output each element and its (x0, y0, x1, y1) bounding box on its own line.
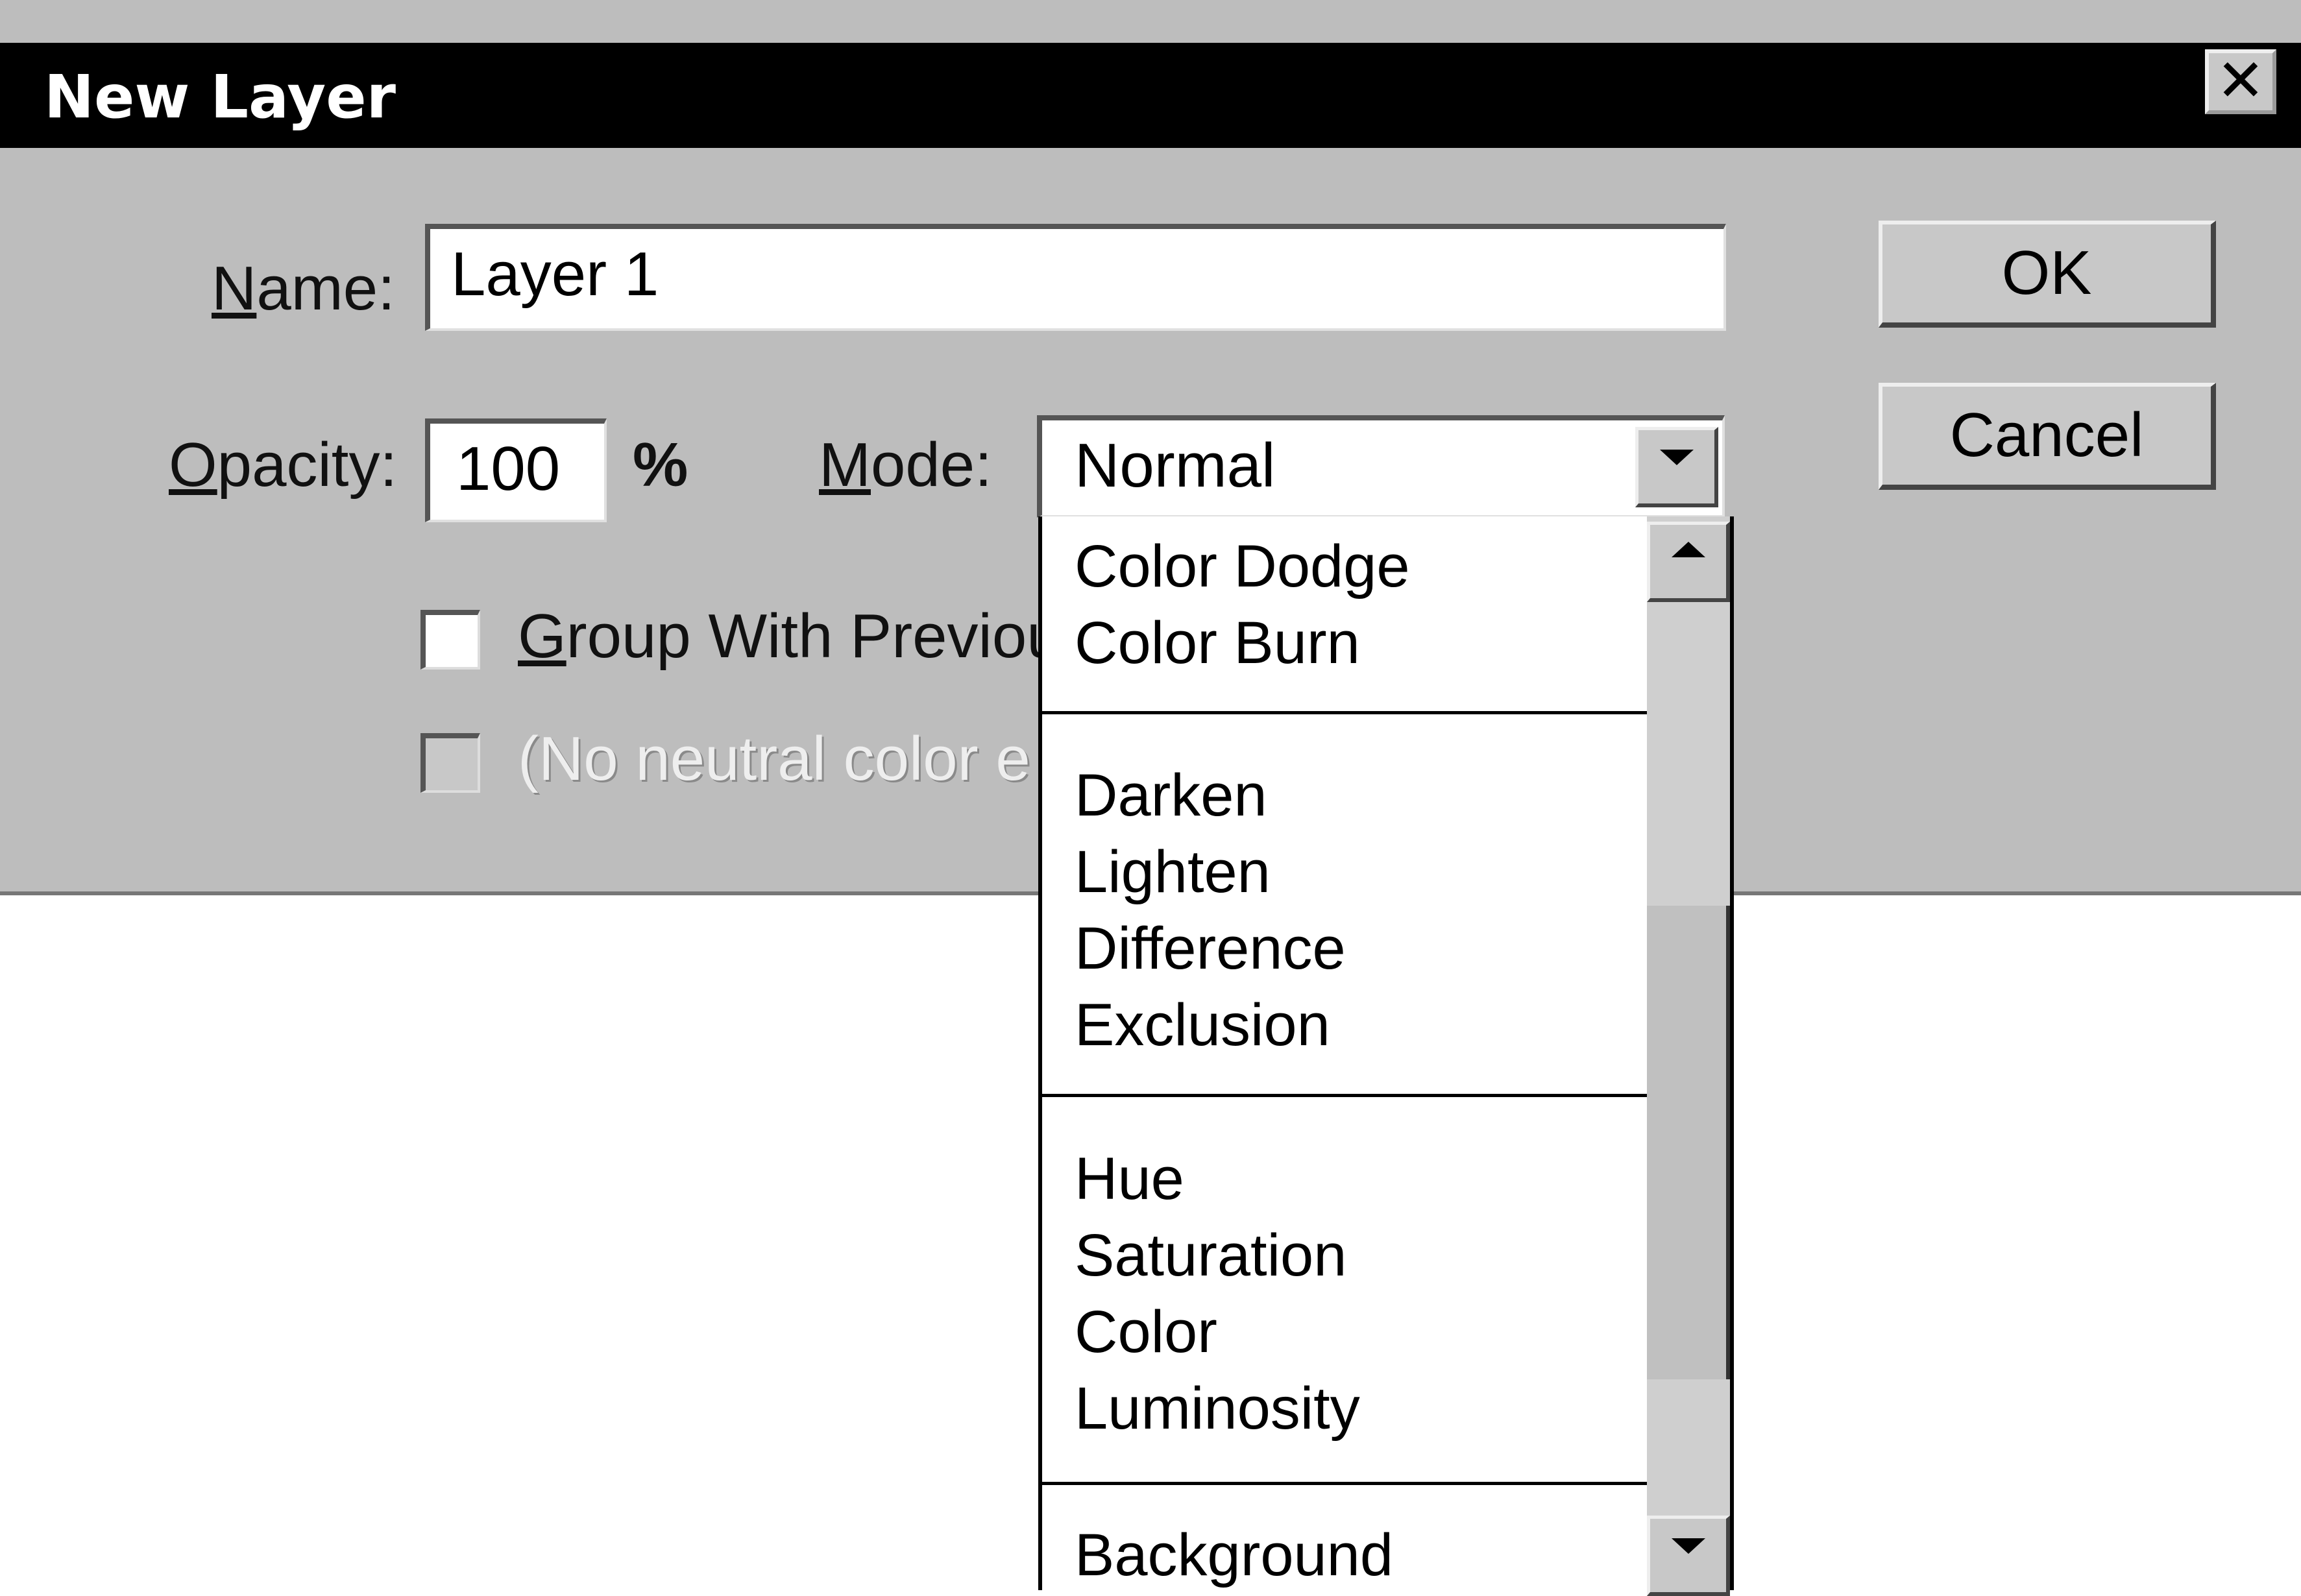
list-item[interactable]: Exclusion (1075, 989, 1330, 1061)
opacity-unit: % (633, 430, 688, 500)
list-item[interactable]: Difference (1075, 913, 1346, 984)
mode-selected-value: Normal (1075, 431, 1276, 500)
neutral-color-label: (No neutral color e (518, 724, 1030, 793)
mode-select[interactable]: Normal (1037, 415, 1725, 518)
list-separator (1042, 1094, 1652, 1097)
opacity-label: Opacity: (169, 430, 398, 500)
list-item[interactable]: Darken (1075, 760, 1267, 831)
list-separator (1042, 1482, 1652, 1485)
scrollbar-thumb[interactable] (1647, 906, 1730, 1379)
list-item[interactable]: Luminosity (1075, 1373, 1360, 1444)
chevron-up-icon (1671, 542, 1705, 557)
close-icon: ✕ (2216, 49, 2265, 114)
list-separator (1042, 711, 1652, 714)
list-item[interactable]: Color Burn (1075, 607, 1360, 679)
group-with-previous-label: Group With Previou (518, 601, 1062, 671)
scroll-down-button[interactable] (1647, 1516, 1730, 1596)
ok-button[interactable]: OK (1879, 221, 2216, 328)
cancel-button[interactable]: Cancel (1879, 383, 2216, 490)
dropdown-scrollbar[interactable] (1647, 516, 1730, 1596)
list-item[interactable]: Lighten (1075, 836, 1271, 908)
mode-dropdown-button[interactable] (1635, 427, 1718, 507)
neutral-color-checkbox (420, 733, 480, 793)
mode-dropdown-list: Color Dodge Color Burn Darken Lighten Di… (1038, 516, 1734, 1596)
chevron-down-icon (1659, 450, 1694, 465)
list-item[interactable]: Hue (1075, 1143, 1184, 1215)
list-item[interactable]: Color Dodge (1075, 531, 1410, 602)
scroll-up-button[interactable] (1647, 522, 1730, 602)
mode-label: Mode: (819, 430, 992, 500)
dialog-title: New Layer (44, 62, 396, 132)
title-bar[interactable]: New Layer ✕ (0, 43, 2301, 148)
name-label: Name: (212, 254, 395, 323)
chevron-down-icon (1671, 1538, 1705, 1554)
group-with-previous-checkbox[interactable] (420, 610, 480, 670)
opacity-input[interactable]: 100 (425, 418, 607, 522)
list-item[interactable]: Background (1075, 1519, 1393, 1591)
list-item[interactable]: Saturation (1075, 1220, 1346, 1291)
list-item[interactable]: Color (1075, 1296, 1217, 1368)
close-button[interactable]: ✕ (2205, 49, 2276, 114)
name-input[interactable]: Layer 1 (425, 224, 1726, 331)
